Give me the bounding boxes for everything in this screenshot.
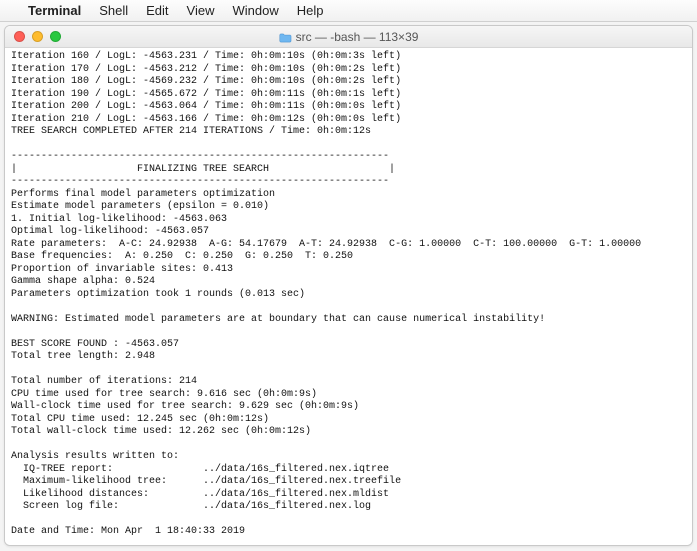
final-line: Gamma shape alpha: 0.524 bbox=[11, 276, 155, 287]
final-line: Base frequencies: A: 0.250 C: 0.250 G: 0… bbox=[11, 251, 353, 262]
final-line: Proportion of invariable sites: 0.413 bbox=[11, 264, 233, 275]
warning-line: WARNING: Estimated model parameters are … bbox=[11, 314, 545, 325]
terminal-window: src — -bash — 113×39 Iteration 160 / Log… bbox=[4, 25, 693, 546]
search-complete-line: TREE SEARCH COMPLETED AFTER 214 ITERATIO… bbox=[11, 126, 371, 137]
window-titlebar[interactable]: src — -bash — 113×39 bbox=[5, 26, 692, 48]
menubar-help[interactable]: Help bbox=[297, 3, 324, 18]
menubar-view[interactable]: View bbox=[187, 3, 215, 18]
close-icon[interactable] bbox=[14, 31, 25, 42]
stats-line: Wall-clock time used for tree search: 9.… bbox=[11, 401, 359, 412]
final-line: Estimate model parameters (epsilon = 0.0… bbox=[11, 201, 269, 212]
macos-menubar: Terminal Shell Edit View Window Help bbox=[0, 0, 697, 22]
final-line: Rate parameters: A-C: 24.92938 A-G: 54.1… bbox=[11, 239, 641, 250]
stats-line: Total CPU time used: 12.245 sec (0h:0m:1… bbox=[11, 414, 269, 425]
section-rule: ----------------------------------------… bbox=[11, 151, 389, 162]
menubar-edit[interactable]: Edit bbox=[146, 3, 168, 18]
section-rule: ----------------------------------------… bbox=[11, 176, 389, 187]
datetime-line: Date and Time: Mon Apr 1 18:40:33 2019 bbox=[11, 526, 245, 537]
stats-line: Total wall-clock time used: 12.262 sec (… bbox=[11, 426, 311, 437]
minimize-icon[interactable] bbox=[32, 31, 43, 42]
terminal-output[interactable]: Iteration 160 / LogL: -4563.231 / Time: … bbox=[5, 48, 692, 545]
results-line: IQ-TREE report: ../data/16s_filtered.nex… bbox=[11, 464, 389, 475]
best-score-line: BEST SCORE FOUND : -4563.057 bbox=[11, 339, 179, 350]
final-line: Parameters optimization took 1 rounds (0… bbox=[11, 289, 305, 300]
window-title: src — -bash — 113×39 bbox=[296, 30, 419, 44]
iteration-line: Iteration 160 / LogL: -4563.231 / Time: … bbox=[11, 51, 401, 125]
final-line: Optimal log-likelihood: -4563.057 bbox=[11, 226, 209, 237]
results-line: Screen log file: ../data/16s_filtered.ne… bbox=[11, 501, 371, 512]
menubar-app[interactable]: Terminal bbox=[28, 3, 81, 18]
window-title-wrap: src — -bash — 113×39 bbox=[5, 30, 692, 44]
results-line: Likelihood distances: ../data/16s_filter… bbox=[11, 489, 389, 500]
folder-icon bbox=[279, 32, 292, 42]
section-title: | FINALIZING TREE SEARCH | bbox=[11, 164, 395, 175]
menubar-window[interactable]: Window bbox=[233, 3, 279, 18]
final-line: Performs final model parameters optimiza… bbox=[11, 189, 275, 200]
traffic-lights bbox=[5, 31, 61, 42]
zoom-icon[interactable] bbox=[50, 31, 61, 42]
final-line: 1. Initial log-likelihood: -4563.063 bbox=[11, 214, 227, 225]
stats-line: Total number of iterations: 214 bbox=[11, 376, 197, 387]
results-line: Maximum-likelihood tree: ../data/16s_fil… bbox=[11, 476, 401, 487]
tree-length-line: Total tree length: 2.948 bbox=[11, 351, 155, 362]
results-header: Analysis results written to: bbox=[11, 451, 179, 462]
menubar-shell[interactable]: Shell bbox=[99, 3, 128, 18]
stats-line: CPU time used for tree search: 9.616 sec… bbox=[11, 389, 317, 400]
